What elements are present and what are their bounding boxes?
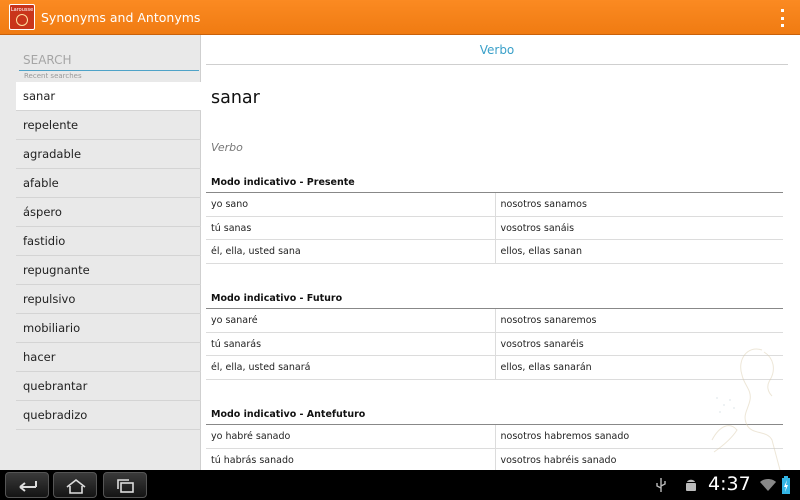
list-item[interactable]: fastidio — [16, 227, 201, 256]
conjugation-cell: nosotros sanaremos — [494, 309, 784, 332]
conjugation-cell: él, ella, usted sanará — [211, 362, 311, 373]
list-item[interactable]: mobiliario — [16, 314, 201, 343]
list-item[interactable]: quebradizo — [16, 401, 201, 430]
table-row: yo sanaré nosotros sanaremos — [206, 309, 783, 333]
table-row: él, ella, usted sanará ellos, ellas sana… — [206, 356, 783, 380]
overflow-menu-icon[interactable] — [778, 9, 786, 27]
table-row: tú sanarás vosotros sanaréis — [206, 332, 783, 356]
recent-apps-icon — [117, 479, 134, 493]
usb-icon — [656, 478, 666, 492]
conjugation-cell: vosotros sanáis — [494, 216, 784, 239]
back-icon — [19, 481, 37, 492]
recent-apps-button[interactable] — [103, 472, 147, 498]
tense-block-antefuturo: Modo indicativo - Antefuturo yo habré sa… — [206, 404, 783, 470]
list-item[interactable]: afable — [16, 169, 201, 198]
tense-title: Modo indicativo - Presente — [206, 172, 783, 193]
recent-searches-list: sanar repelente agradable afable áspero fasti… — [16, 82, 201, 430]
conjugation-cell: tú habrás sanado — [211, 454, 294, 466]
app-title: Synonyms and Antonyms — [41, 9, 201, 25]
conjugation-cell: yo habré sanado — [211, 431, 291, 442]
list-item[interactable]: agradable — [16, 140, 201, 169]
logo-text: Larousse — [10, 7, 34, 13]
wifi-icon — [760, 479, 776, 491]
sidebar: Recent searches sanarrepelenteagradablea… — [0, 35, 201, 470]
back-button[interactable] — [5, 472, 49, 498]
conjugation-cell: yo sano — [211, 199, 249, 210]
section-header: Verbo — [206, 35, 788, 65]
recent-searches-label: Recent searches — [24, 72, 82, 80]
conjugation-cell: tú sanas — [211, 222, 252, 234]
conjugation-cell: tú sanarás — [211, 338, 262, 350]
table-row: él, ella, usted sana ellos, ellas sanan — [206, 240, 783, 264]
part-of-speech: Verbo — [211, 141, 243, 154]
tense-block-futuro: Modo indicativo - Futuro yo sanaré nosot… — [206, 288, 783, 380]
list-item[interactable]: repelente — [16, 111, 201, 140]
logo-mark — [16, 14, 28, 26]
conjugation-cell: yo sanaré — [211, 315, 258, 326]
main-content: Verbo sanar Verbo Modo indicativo - Pres… — [202, 35, 800, 470]
table-row: yo sano nosotros sanamos — [206, 193, 783, 217]
system-navigation-bar: 4:37 — [0, 470, 800, 500]
conjugation-cell: él, ella, usted sana — [211, 246, 301, 257]
conjugation-cell: ellos, ellas sanan — [494, 240, 784, 263]
list-item[interactable]: repugnante — [16, 256, 201, 285]
table-row: tú habrás sanado vosotros habréis sanado — [206, 448, 783, 470]
app-logo-icon[interactable]: Larousse — [9, 4, 35, 30]
search-input[interactable] — [19, 50, 199, 70]
list-item[interactable]: repulsivo — [16, 285, 201, 314]
search-field-wrapper — [19, 49, 199, 71]
list-item[interactable]: áspero — [16, 198, 201, 227]
table-row: tú sanas vosotros sanáis — [206, 216, 784, 240]
list-item[interactable]: sanar — [16, 82, 201, 111]
list-item[interactable]: quebrantar — [16, 372, 201, 401]
android-debug-icon — [686, 479, 696, 491]
home-icon — [66, 478, 86, 494]
home-button[interactable] — [53, 472, 97, 498]
table-row: yo habré sanado nosotros habremos sanado — [206, 425, 783, 449]
list-item[interactable]: hacer — [16, 343, 201, 372]
decorative-figure-watermark — [711, 348, 781, 470]
action-bar: Larousse Synonyms and Antonyms — [0, 0, 800, 35]
battery-charging-icon — [782, 476, 790, 494]
conjugation-cell: nosotros sanamos — [494, 193, 784, 216]
tense-title: Modo indicativo - Antefuturo — [206, 404, 783, 425]
headword: sanar — [211, 88, 260, 108]
tense-block-presente: Modo indicativo - Presente yo sano nosot… — [206, 172, 783, 264]
tense-title: Modo indicativo - Futuro — [206, 288, 783, 309]
clock: 4:37 — [708, 473, 751, 495]
